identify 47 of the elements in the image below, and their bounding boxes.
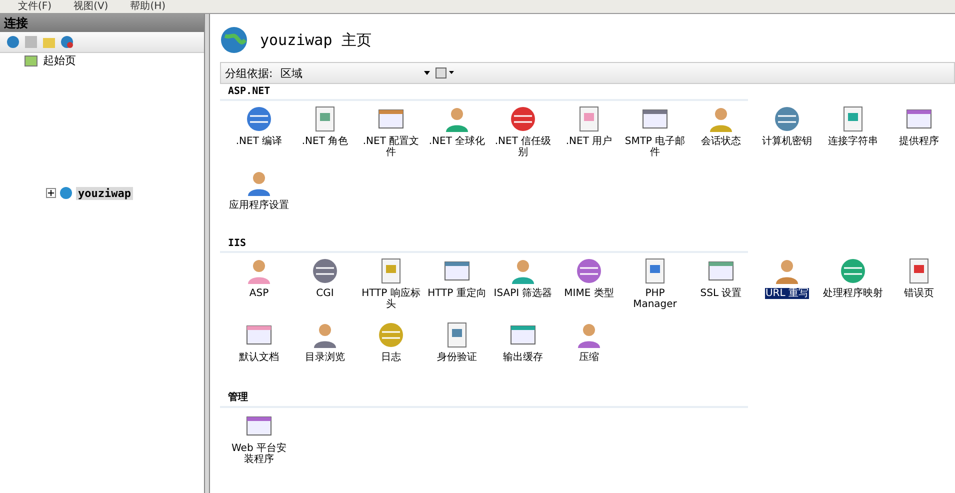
page-icon — [24, 54, 38, 66]
section-heading: IIS — [220, 236, 748, 253]
feature-item[interactable]: .NET 用户 — [566, 136, 612, 147]
feature-item[interactable]: 压缩 — [579, 352, 599, 363]
feature-item[interactable]: SMTP 电子邮件 — [623, 136, 687, 158]
view-icon[interactable] — [434, 67, 455, 79]
feature-item[interactable]: 连接字符串 — [828, 136, 878, 147]
feature-item[interactable]: .NET 配置文件 — [359, 136, 423, 158]
feature-item[interactable]: 会话状态 — [701, 136, 741, 147]
feature-item[interactable]: Web 平台安装程序 — [227, 443, 291, 465]
feature-item[interactable]: 计算机密钥 — [762, 136, 812, 147]
group-by-label: 分组依据: — [225, 66, 273, 80]
feature-item[interactable]: CGI — [316, 288, 334, 299]
feature-item[interactable]: PHP Manager — [623, 288, 687, 310]
section-heading: 管理 — [220, 388, 748, 408]
page-title: youziwap 主页 — [260, 30, 372, 50]
feature-item[interactable]: ISAPI 筛选器 — [494, 288, 552, 299]
expand-icon[interactable] — [46, 188, 56, 198]
feature-item[interactable]: 提供程序 — [899, 136, 939, 147]
feature-item[interactable]: 身份验证 — [437, 352, 477, 363]
section-heading: ASP.NET — [220, 84, 748, 101]
feature-item[interactable]: 应用程序设置 — [229, 200, 289, 211]
feature-item[interactable]: 错误页 — [904, 288, 934, 299]
feature-item[interactable]: SSL 设置 — [700, 288, 742, 299]
feature-item[interactable]: .NET 角色 — [302, 136, 348, 147]
tree-item[interactable]: 起始页 — [41, 53, 78, 68]
feature-item[interactable]: HTTP 响应标头 — [359, 288, 423, 310]
disconnect-icon[interactable] — [60, 35, 74, 49]
feature-item[interactable]: .NET 信任级别 — [491, 136, 555, 158]
feature-item[interactable]: .NET 全球化 — [428, 136, 486, 147]
menu-item[interactable]: 帮助(H) — [130, 0, 166, 13]
feature-item[interactable]: 输出缓存 — [503, 352, 543, 363]
menu-item[interactable]: 文件(F) — [18, 0, 52, 13]
feature-item[interactable]: 目录浏览 — [305, 352, 345, 363]
feature-item[interactable]: 默认文档 — [239, 352, 279, 363]
group-by-select[interactable]: 区域 — [276, 65, 431, 81]
feature-item[interactable]: 日志 — [381, 352, 401, 363]
tree-item[interactable]: youziwap — [76, 186, 133, 200]
panel-title: 连接 — [0, 14, 204, 32]
feature-item[interactable]: ASP — [249, 288, 269, 299]
feature-item[interactable]: HTTP 重定向 — [428, 288, 486, 299]
feature-item[interactable]: 处理程序映射 — [823, 288, 883, 299]
feature-item[interactable]: MIME 类型 — [564, 288, 614, 299]
feature-item[interactable]: .NET 编译 — [236, 136, 282, 147]
feature-item[interactable]: URL 重写 — [765, 288, 809, 299]
menu-item[interactable]: 视图(V) — [74, 0, 108, 13]
caret-icon — [422, 69, 431, 77]
